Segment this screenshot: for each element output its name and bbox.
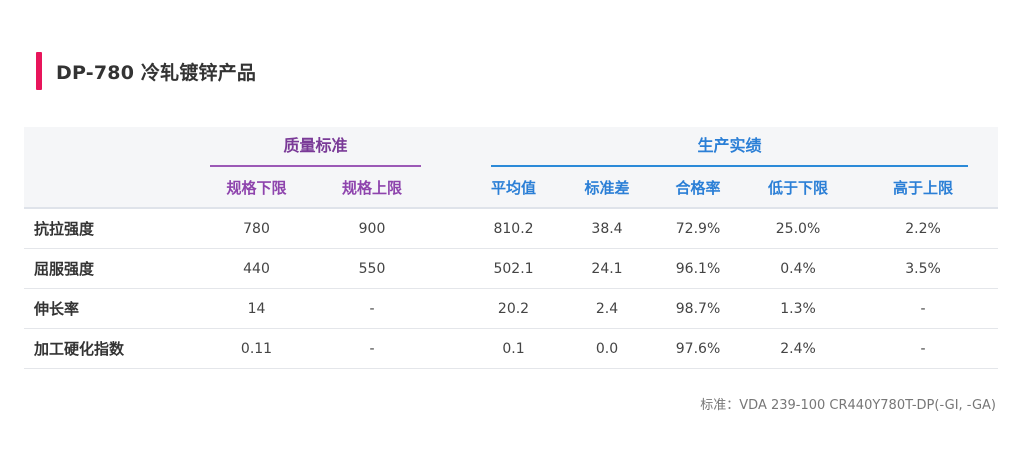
column-header-row: 规格下限 规格上限 平均值 标准差 合格率 低于下限 高于上限: [24, 167, 999, 208]
cell-spec-upper: 550: [313, 248, 432, 289]
cell-below-lower: 1.3%: [748, 288, 849, 329]
cell-std-dev: 0.0: [566, 328, 649, 369]
quality-table-container: 质量标准 生产实绩 规格下限 规格上限 平均值 标准差 合格率 低于下限 高于上…: [24, 127, 999, 369]
group-quality-standard: 质量标准: [200, 127, 432, 167]
group-quality-standard-label: 质量标准: [283, 136, 348, 155]
cell-spacer: [431, 248, 462, 289]
page-header: DP-780 冷轧镀锌产品: [36, 52, 256, 90]
col-header-spec-lower: 规格下限: [200, 167, 313, 208]
row-label: 伸长率: [24, 288, 200, 329]
col-header-spec-upper: 规格上限: [313, 167, 432, 208]
title-accent-bar: [36, 52, 42, 90]
cell-above-upper: -: [848, 328, 999, 369]
cell-pass-rate: 97.6%: [648, 328, 749, 369]
col-header-std-dev: 标准差: [566, 167, 649, 208]
cell-spec-upper: -: [313, 328, 432, 369]
cell-average: 0.1: [461, 328, 567, 369]
cell-average: 502.1: [461, 248, 567, 289]
row-label: 屈服强度: [24, 248, 200, 289]
cell-spacer: [431, 208, 462, 249]
cell-spacer: [431, 288, 462, 329]
cell-std-dev: 2.4: [566, 288, 649, 329]
cell-spec-upper: 900: [313, 208, 432, 249]
cell-spacer: [431, 328, 462, 369]
table-row: 伸长率 14 - 20.2 2.4 98.7% 1.3% -: [24, 288, 999, 329]
cell-pass-rate: 98.7%: [648, 288, 749, 329]
corner-cell-lower: [24, 167, 200, 208]
col-header-average: 平均值: [461, 167, 567, 208]
cell-std-dev: 24.1: [566, 248, 649, 289]
group-header-row: 质量标准 生产实绩: [24, 127, 999, 167]
group-spacer: [431, 127, 462, 167]
cell-average: 810.2: [461, 208, 567, 249]
cell-below-lower: 0.4%: [748, 248, 849, 289]
standard-footnote: 标准：VDA 239-100 CR440Y780T-DP(-GI, -GA): [700, 398, 996, 413]
cell-above-upper: 2.2%: [848, 208, 999, 249]
cell-spec-lower: 440: [200, 248, 313, 289]
page-title: DP-780 冷轧镀锌产品: [56, 61, 257, 84]
table-row: 抗拉强度 780 900 810.2 38.4 72.9% 25.0% 2.2%: [24, 208, 999, 249]
cell-pass-rate: 72.9%: [648, 208, 749, 249]
col-header-spacer: [431, 167, 462, 208]
col-header-pass-rate: 合格率: [648, 167, 749, 208]
table-row: 加工硬化指数 0.11 - 0.1 0.0 97.6% 2.4% -: [24, 328, 999, 369]
cell-spec-lower: 14: [200, 288, 313, 329]
cell-below-lower: 25.0%: [748, 208, 849, 249]
corner-cell: [24, 127, 200, 167]
quality-table: 质量标准 生产实绩 规格下限 规格上限 平均值 标准差 合格率 低于下限 高于上…: [24, 127, 999, 369]
cell-pass-rate: 96.1%: [648, 248, 749, 289]
cell-above-upper: -: [848, 288, 999, 329]
group-production-performance-label: 生产实绩: [697, 136, 762, 155]
row-label: 加工硬化指数: [24, 328, 200, 369]
cell-spec-upper: -: [313, 288, 432, 329]
cell-below-lower: 2.4%: [748, 328, 849, 369]
group-production-performance: 生产实绩: [461, 127, 999, 167]
cell-std-dev: 38.4: [566, 208, 649, 249]
row-label: 抗拉强度: [24, 208, 200, 249]
cell-average: 20.2: [461, 288, 567, 329]
table-row: 屈服强度 440 550 502.1 24.1 96.1% 0.4% 3.5%: [24, 248, 999, 289]
cell-spec-lower: 780: [200, 208, 313, 249]
col-header-below-lower: 低于下限: [748, 167, 849, 208]
cell-spec-lower: 0.11: [200, 328, 313, 369]
col-header-above-upper: 高于上限: [848, 167, 999, 208]
cell-above-upper: 3.5%: [848, 248, 999, 289]
